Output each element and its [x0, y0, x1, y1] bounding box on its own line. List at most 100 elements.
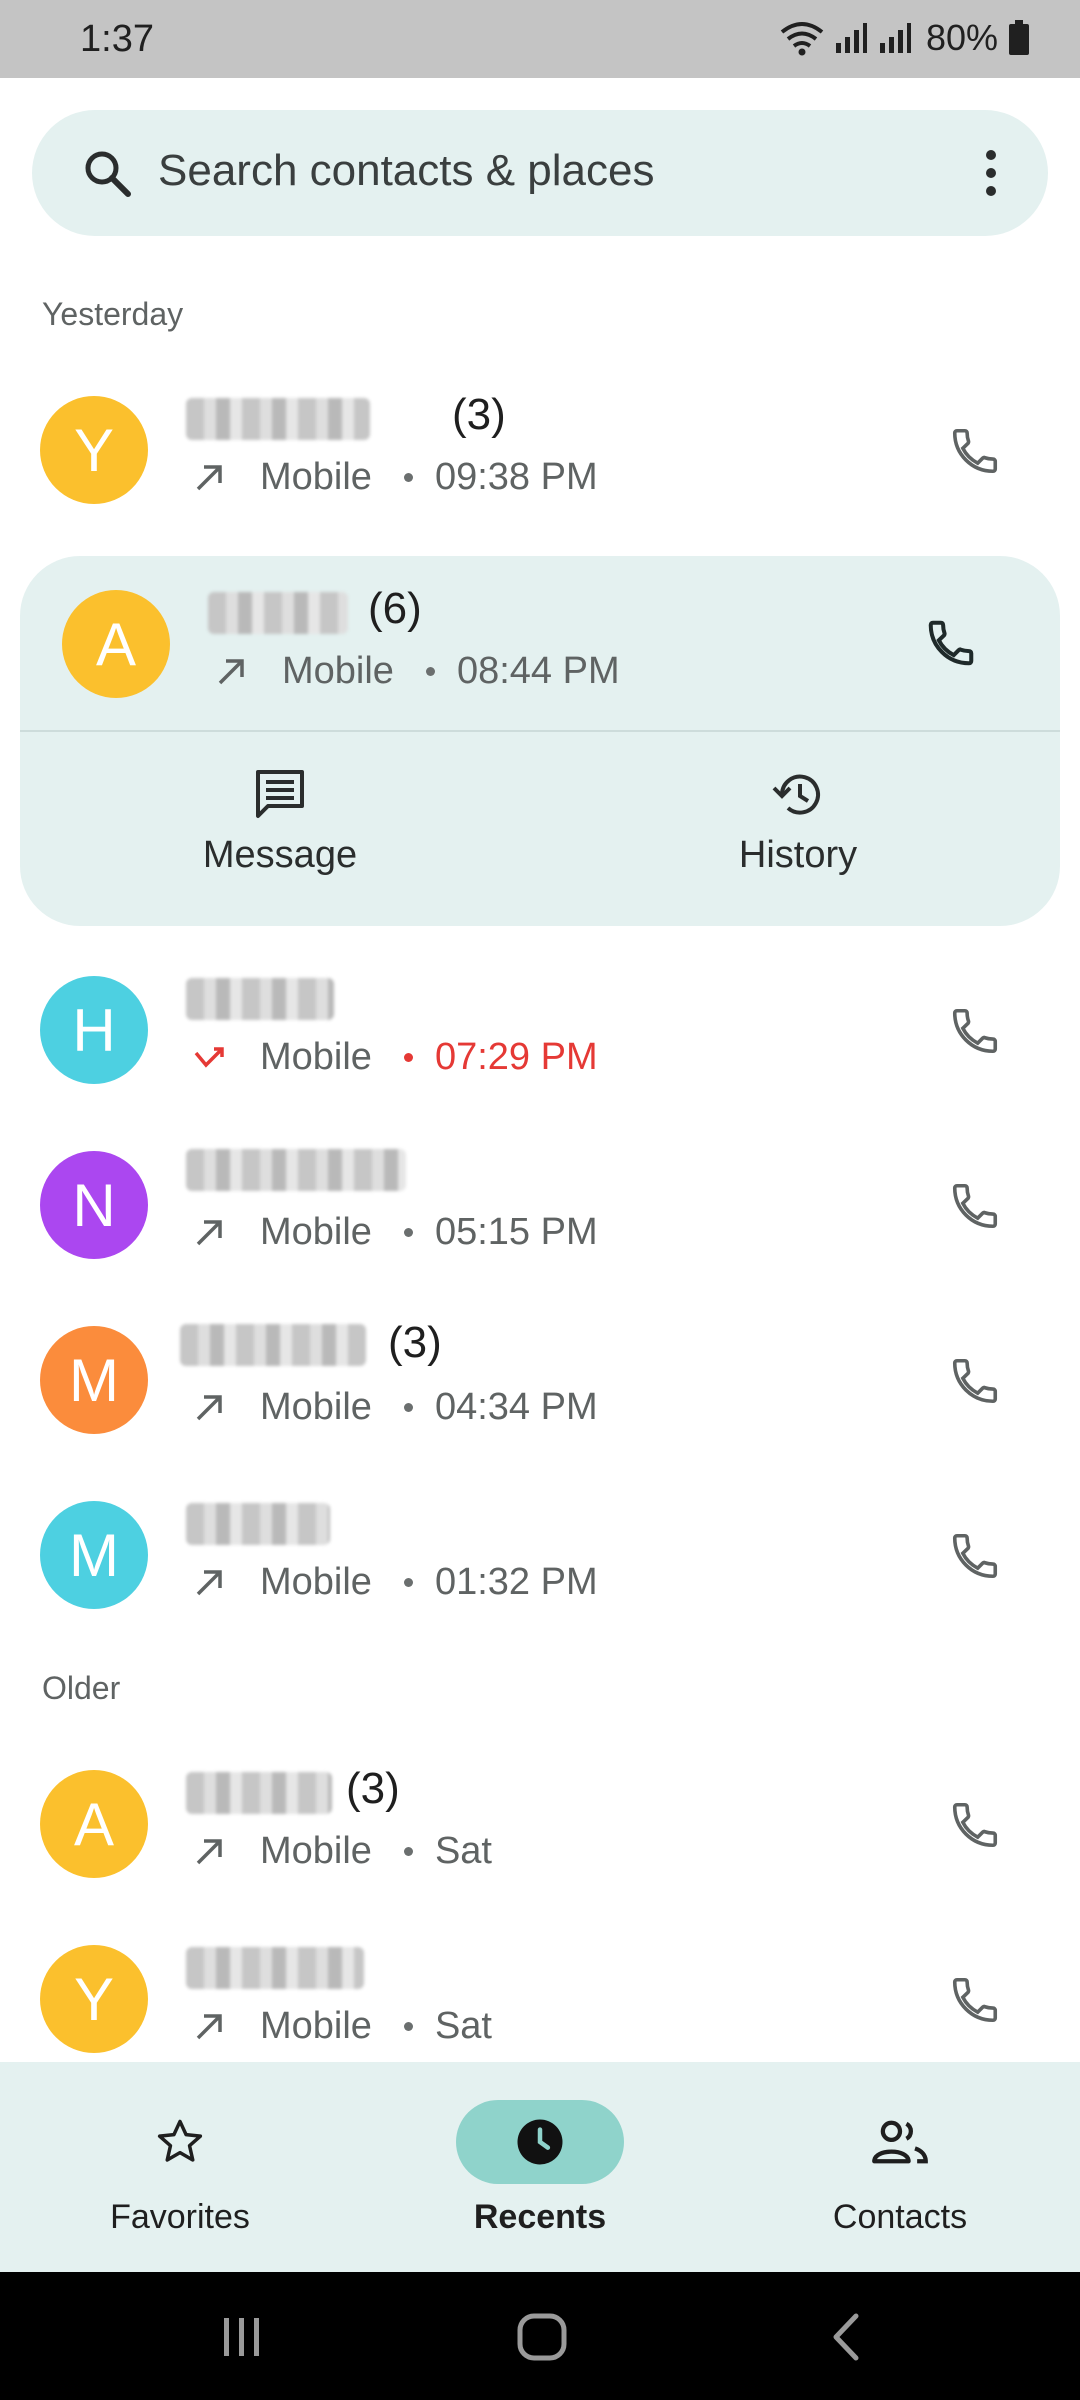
signal-icon [835, 23, 867, 53]
history-label: History [738, 834, 858, 876]
people-icon [872, 2120, 928, 2164]
message-label: Message [202, 834, 358, 876]
phone-icon[interactable] [948, 1354, 1002, 1408]
search-icon [85, 151, 131, 197]
search-bar[interactable]: Search contacts & places [32, 110, 1048, 236]
call-count: (3) [452, 390, 506, 439]
nav-favorites[interactable]: Favorites [50, 2100, 310, 2237]
call-type: Mobile [260, 1830, 372, 1872]
avatar-initial: M [69, 1521, 119, 1589]
status-icons: 80% [780, 16, 1030, 60]
avatar-initial: Y [73, 1965, 115, 2033]
history-button[interactable]: History [668, 766, 928, 886]
call-log-row[interactable]: Y Mobile Sat [0, 1919, 1080, 2079]
avatar: N [40, 1151, 148, 1259]
call-log-row-expanded[interactable]: A (6) Mobile 08:44 PM [20, 556, 1060, 716]
avatar-initial: A [73, 1790, 115, 1858]
separator-dot [403, 2022, 413, 2031]
contact-name-redacted [186, 978, 334, 1020]
signal-icon-2 [879, 23, 911, 53]
call-log-row[interactable]: M (3) Mobile 04:34 PM [0, 1300, 1080, 1460]
phone-icon[interactable] [948, 424, 1002, 478]
call-log-row[interactable]: A (3) Mobile Sat [0, 1744, 1080, 1904]
contact-name-redacted [186, 1947, 364, 1989]
back-icon[interactable] [818, 2312, 878, 2362]
call-details: Mobile 01:32 PM [192, 1561, 598, 1604]
nav-contacts-icon-wrap [816, 2100, 984, 2184]
nav-recents-label: Recents [473, 2198, 607, 2236]
card-divider [20, 730, 1060, 732]
phone-icon[interactable] [948, 1179, 1002, 1233]
outgoing-call-icon [196, 2013, 222, 2039]
phone-icon[interactable] [948, 1973, 1002, 2027]
call-count: (3) [346, 1764, 400, 1813]
section-header-yesterday: Yesterday [42, 296, 184, 332]
avatar: Y [40, 1945, 148, 2053]
separator-dot [403, 1053, 413, 1062]
missed-call-icon [194, 1046, 224, 1068]
avatar-initial: Y [73, 416, 115, 484]
separator-dot [403, 473, 413, 482]
avatar: M [40, 1501, 148, 1609]
battery-icon [1009, 20, 1029, 55]
nav-contacts[interactable]: Contacts [770, 2100, 1030, 2237]
call-time: 09:38 PM [434, 456, 598, 498]
call-type: Mobile [260, 456, 372, 498]
search-input[interactable]: Search contacts & places [158, 146, 654, 196]
phone-icon[interactable] [948, 1004, 1002, 1058]
nav-recents[interactable]: Recents [410, 2100, 670, 2237]
nav-favorites-icon-wrap [96, 2100, 264, 2184]
avatar: A [40, 1770, 148, 1878]
outgoing-call-icon [218, 658, 244, 684]
outgoing-call-icon [196, 1394, 222, 1420]
call-type: Mobile [260, 1386, 372, 1428]
call-details: Mobile 05:15 PM [192, 1211, 598, 1254]
separator-dot [425, 667, 435, 676]
separator-dot [403, 1578, 413, 1587]
call-type: Mobile [260, 1211, 372, 1253]
call-details: Mobile Sat [192, 2005, 492, 2048]
outgoing-call-icon [196, 464, 222, 490]
contact-name-redacted [180, 1324, 366, 1366]
call-log-row[interactable]: Y (3) Mobile 09:38 PM [0, 370, 1080, 530]
bottom-navigation: Favorites Recents Contacts [0, 2062, 1080, 2272]
call-log-row[interactable]: N Mobile 05:15 PM [0, 1125, 1080, 1285]
contact-name-redacted [186, 1772, 332, 1814]
call-time: 05:15 PM [434, 1211, 598, 1253]
call-details: Mobile 09:38 PM [192, 456, 598, 499]
separator-dot [403, 1847, 413, 1856]
avatar: A [62, 590, 170, 698]
message-icon [256, 770, 304, 818]
nav-recents-icon-wrap [456, 2100, 624, 2184]
call-details: Mobile 07:29 PM [192, 1036, 598, 1079]
phone-icon[interactable] [924, 616, 978, 670]
separator-dot [403, 1403, 413, 1412]
history-icon [772, 774, 820, 815]
avatar: M [40, 1326, 148, 1434]
more-vert-icon[interactable] [984, 148, 998, 198]
call-details: Mobile 04:34 PM [192, 1386, 598, 1429]
clock-icon [517, 2119, 563, 2165]
phone-icon[interactable] [948, 1798, 1002, 1852]
phone-icon[interactable] [948, 1529, 1002, 1583]
avatar-initial: N [72, 1171, 116, 1239]
section-header-older: Older [42, 1670, 121, 1706]
call-details: Mobile 08:44 PM [214, 650, 620, 693]
recent-apps-icon[interactable] [212, 2312, 272, 2362]
call-time: 07:29 PM [434, 1036, 598, 1078]
battery-percent: 80% [925, 17, 998, 58]
call-log-row[interactable]: H Mobile 07:29 PM [0, 950, 1080, 1110]
message-button[interactable]: Message [150, 766, 410, 886]
contact-name-redacted [208, 592, 348, 634]
call-count: (3) [388, 1318, 442, 1367]
call-log-row[interactable]: M Mobile 01:32 PM [0, 1475, 1080, 1635]
call-type: Mobile [260, 1561, 372, 1603]
call-time: 08:44 PM [456, 650, 620, 692]
avatar-initial: M [69, 1346, 119, 1414]
call-time: 01:32 PM [434, 1561, 598, 1603]
call-time: Sat [434, 2005, 492, 2047]
contact-name-redacted [186, 1149, 406, 1191]
status-time: 1:37 [80, 18, 154, 60]
outgoing-call-icon [196, 1569, 222, 1595]
home-icon[interactable] [512, 2312, 572, 2362]
